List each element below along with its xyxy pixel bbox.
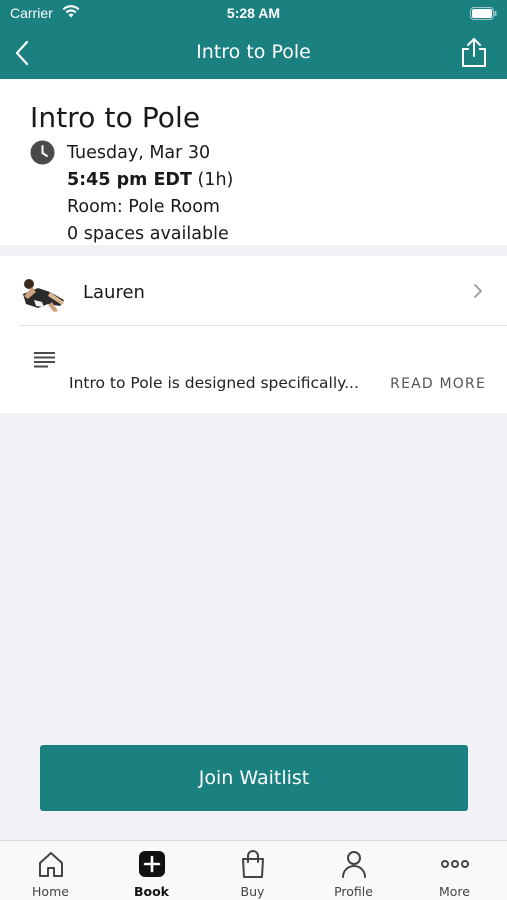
read-more-link[interactable]: READ MORE	[390, 376, 486, 392]
class-date: Tuesday, Mar 30	[67, 143, 211, 163]
tab-label-home: Home	[32, 884, 69, 899]
class-start-time: 5:45 pm EDT	[67, 170, 192, 190]
shopping-bag-icon	[242, 850, 264, 878]
class-room: Room: Pole Room	[67, 197, 220, 217]
instructor-avatar	[20, 272, 66, 314]
class-description: Intro to Pole is designed specifically..…	[69, 374, 359, 392]
join-waitlist-button[interactable]: Join Waitlist	[40, 745, 468, 811]
tab-label-buy: Buy	[240, 884, 265, 899]
battery-icon	[470, 7, 497, 20]
instructor-row[interactable]: Lauren	[0, 256, 507, 325]
clock-time: 5:28 AM	[226, 5, 281, 21]
tab-label-more: More	[439, 884, 470, 899]
tab-more[interactable]: More	[404, 841, 505, 900]
tab-profile[interactable]: Profile	[303, 841, 404, 900]
class-spaces: 0 spaces available	[67, 224, 229, 244]
class-info-card: Intro to Pole Tuesday, Mar 30 5:45 pm ED…	[0, 79, 507, 245]
tab-home[interactable]: Home	[0, 841, 101, 900]
status-bar: Carrier 5:28 AM	[0, 0, 507, 28]
book-plus-icon	[139, 851, 165, 877]
share-icon[interactable]	[459, 36, 489, 68]
instructor-name: Lauren	[83, 282, 145, 303]
clock-icon	[30, 140, 55, 165]
nav-bar: Intro to Pole	[0, 28, 507, 79]
class-duration: (1h)	[197, 170, 234, 190]
nav-title: Intro to Pole	[196, 41, 311, 63]
top-bar: Carrier 5:28 AM Intro to Pole	[0, 0, 507, 79]
description-lines-icon	[34, 352, 55, 368]
person-icon	[342, 851, 366, 878]
class-title: Intro to Pole	[30, 101, 201, 134]
tab-label-profile: Profile	[334, 884, 373, 899]
tab-buy[interactable]: Buy	[202, 841, 303, 900]
tab-bar: Home Book Buy Profile More	[0, 840, 507, 900]
divider	[20, 325, 507, 326]
class-time: 5:45 pm EDT (1h)	[67, 170, 233, 190]
tab-book[interactable]: Book	[101, 841, 202, 900]
home-icon	[39, 852, 63, 877]
tab-label-book: Book	[133, 884, 170, 899]
details-card: Lauren Intro to Pole is designed specifi…	[0, 256, 507, 413]
more-dots-icon	[441, 860, 469, 868]
chevron-right-icon	[474, 284, 482, 298]
